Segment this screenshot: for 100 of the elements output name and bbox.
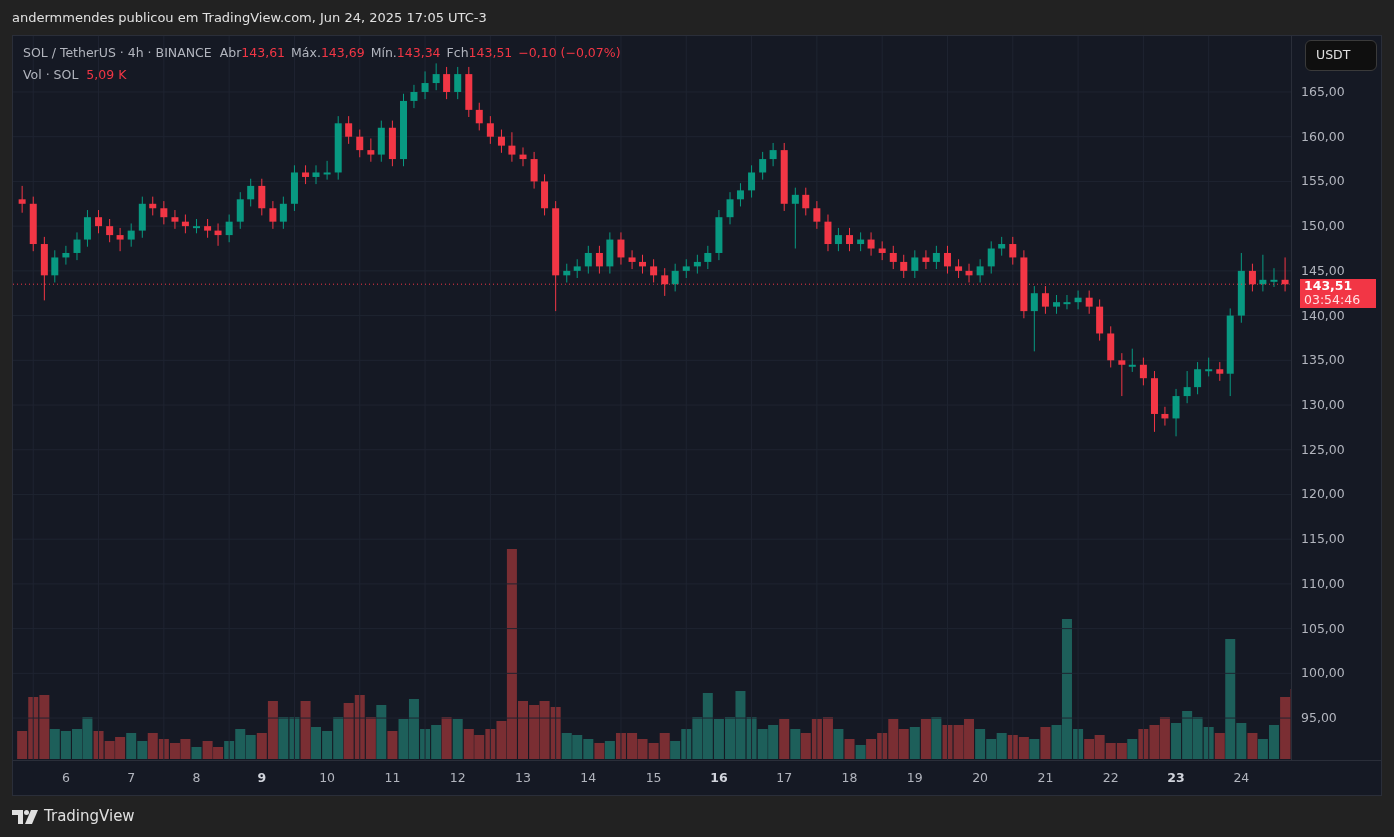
candlestick [432, 62, 440, 91]
candlestick [508, 131, 516, 163]
price-axis-label: 95,00 [1301, 711, 1337, 726]
candlestick [1281, 256, 1289, 292]
ohlc-value: Máx.143,69 [291, 44, 365, 62]
candlestick [693, 254, 701, 275]
candlestick [824, 214, 832, 252]
candlestick [955, 258, 963, 279]
candlestick [922, 249, 930, 270]
candlestick [95, 209, 103, 234]
time-axis-label: 15 [645, 769, 662, 787]
candlestick [759, 151, 767, 181]
candlestick [867, 231, 875, 257]
candlestick [595, 245, 603, 275]
time-axis-label: 10 [319, 769, 336, 787]
price-axis-label: 120,00 [1301, 487, 1345, 502]
candlestick [149, 196, 157, 216]
time-axis-label: 7 [127, 769, 136, 787]
publication-caption: andermmendes publicou em TradingView.com, Jun 24, 2025 17:05 UTC-3 [12, 8, 487, 27]
candlestick [932, 245, 940, 270]
candlestick [1063, 294, 1071, 310]
candlestick [791, 187, 799, 249]
time-axis-label: 9 [257, 769, 267, 787]
candlestick [258, 178, 266, 216]
candlestick [813, 200, 821, 230]
candlestick [834, 227, 842, 252]
candlestick [802, 187, 810, 216]
price-axis-label: 140,00 [1301, 308, 1345, 323]
candlestick [563, 263, 571, 283]
time-axis-label: 13 [515, 769, 531, 787]
candlestick [878, 240, 886, 261]
candlestick [421, 70, 429, 100]
candlestick [356, 129, 364, 158]
candlestick [181, 214, 189, 234]
candlestick [726, 191, 734, 225]
time-axis-label: 12 [449, 769, 466, 787]
candlestick [1259, 254, 1267, 292]
candlestick [323, 160, 331, 181]
time-axis-label: 11 [384, 769, 401, 787]
candlestick [443, 66, 451, 100]
logo-icon [12, 809, 38, 824]
bar-countdown: 03:54:46 [1304, 293, 1362, 308]
candlestick [584, 245, 592, 275]
candlestick [519, 146, 527, 167]
candlestick [302, 164, 310, 185]
candlestick [486, 115, 494, 145]
candlestick [769, 142, 777, 167]
candlestick [247, 178, 255, 207]
candlestick [639, 254, 647, 275]
price-axis-label: 165,00 [1301, 85, 1345, 99]
candlestick [410, 84, 418, 109]
candlestick [1139, 357, 1147, 386]
price-axis-label: 155,00 [1301, 174, 1345, 189]
candlestick [748, 164, 756, 199]
candlestick [911, 249, 919, 279]
time-axis-label: 22 [1102, 769, 1119, 787]
candlestick [682, 258, 690, 279]
candlestick [1085, 290, 1093, 315]
symbol-title: SOL / TetherUS · 4h · BINANCE [23, 44, 212, 62]
price-axis-label: 115,00 [1301, 532, 1345, 547]
candlestick [18, 185, 26, 214]
candlestick [900, 254, 908, 279]
price-axis-label: 125,00 [1301, 442, 1345, 457]
candlestick [236, 191, 244, 230]
candlestick [704, 245, 712, 270]
candlestick [1118, 352, 1126, 397]
candlestick [1041, 285, 1049, 315]
time-axis-label: 20 [972, 769, 989, 787]
candlestick [671, 263, 679, 292]
candlestick [846, 227, 854, 252]
candlestick [1270, 267, 1278, 288]
price-axis-label: 100,00 [1301, 666, 1345, 681]
candlestick [279, 196, 287, 230]
price-axis-label: 160,00 [1301, 129, 1345, 144]
price-axis-label: 150,00 [1301, 219, 1345, 234]
candlestick [269, 200, 277, 230]
candlestick [1161, 406, 1169, 427]
candlestick [889, 245, 897, 270]
candlestick [998, 236, 1006, 257]
candlestick [661, 267, 669, 297]
currency-button[interactable]: USDT [1305, 40, 1377, 71]
candlestick [1172, 388, 1180, 437]
price-axis-label: 110,00 [1301, 576, 1345, 591]
candlestick [1030, 285, 1038, 352]
candlestick [171, 209, 179, 230]
candlestick [1074, 290, 1082, 310]
candlestick [345, 115, 353, 145]
candlestick [312, 164, 320, 185]
ohlc-value: Abr143,61 [219, 44, 286, 62]
candlestick [1053, 294, 1061, 315]
time-axis-label: 18 [841, 769, 858, 787]
candlestick [454, 66, 462, 100]
candlestick [116, 227, 124, 252]
candlestick [976, 258, 984, 283]
candlestick [497, 129, 505, 154]
time-axis-label: 6 [61, 769, 70, 787]
candlestick [857, 231, 865, 252]
candlestick [628, 249, 636, 270]
candlestick [73, 231, 81, 261]
candlestick [987, 240, 995, 275]
